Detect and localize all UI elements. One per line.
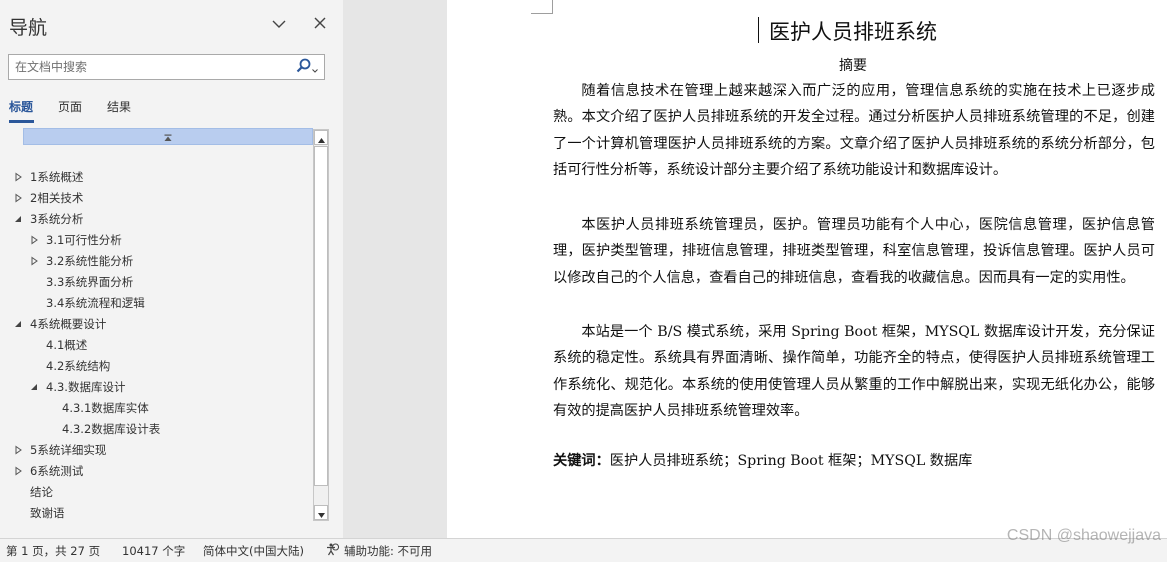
text-cursor: [758, 17, 759, 43]
tree-item-label: 3.4系统流程和逻辑: [46, 295, 145, 310]
expanded-triangle-icon[interactable]: [28, 380, 42, 394]
tree-item[interactable]: 3系统分析: [12, 208, 83, 229]
accessibility-status[interactable]: 辅助功能: 不可用: [326, 543, 432, 559]
search-button[interactable]: [293, 57, 321, 77]
page-count-status[interactable]: 第 1 页，共 27 页: [6, 543, 100, 559]
chevron-down-icon: [272, 14, 286, 33]
abstract-heading[interactable]: 摘要: [553, 55, 1153, 75]
nav-options-button[interactable]: [268, 12, 290, 34]
watermark: CSDN @shaowejjava: [1006, 527, 1161, 544]
expanded-triangle-icon[interactable]: [12, 317, 26, 331]
abstract-paragraph[interactable]: 本医护人员排班系统管理员，医护。管理员功能有个人中心，医院信息管理，医护信息管理…: [553, 212, 1155, 291]
tree-item-label: 4.3.2数据库设计表: [62, 421, 161, 436]
tree-item-label: 结论: [30, 484, 53, 499]
collapse-up-icon: [164, 127, 172, 146]
nav-close-button[interactable]: [309, 12, 331, 34]
tree-item-label: 3.3系统界面分析: [46, 274, 134, 289]
collapsed-triangle-icon[interactable]: [28, 233, 42, 247]
tree-item[interactable]: 5系统详细实现: [12, 439, 106, 460]
tree-item[interactable]: 4.3.2数据库设计表: [44, 418, 160, 439]
tree-item-label: 致谢语: [30, 505, 65, 520]
tree-item[interactable]: 1系统概述: [12, 166, 83, 187]
tree-item[interactable]: 4.1概述: [28, 334, 87, 355]
scroll-up-button[interactable]: [314, 130, 328, 145]
tree-item[interactable]: 4.3.数据库设计: [28, 376, 125, 397]
word-count-status[interactable]: 10417 个字: [122, 543, 185, 559]
tree-item-label: 3.2系统性能分析: [46, 253, 134, 268]
accessibility-icon: [326, 543, 341, 559]
chevron-down-icon: [312, 58, 318, 77]
tree-item[interactable]: 3.3系统界面分析: [28, 271, 133, 292]
document-canvas: [343, 0, 447, 538]
active-tab-indicator: [9, 120, 34, 123]
tree-item[interactable]: 结论: [12, 481, 53, 502]
search-box: [8, 54, 325, 80]
collapsed-triangle-icon[interactable]: [12, 191, 26, 205]
collapsed-triangle-icon[interactable]: [12, 170, 26, 184]
abstract-paragraph[interactable]: 本站是一个 B/S 模式系统，采用 Spring Boot 框架，MYSQL 数…: [553, 319, 1155, 425]
document-page[interactable]: 医护人员排班系统 摘要 随着信息技术在管理上越来越深入而广泛的应用，管理信息系统…: [447, 0, 1167, 538]
tree-item-label: 4.2系统结构: [46, 358, 111, 373]
tab-headings[interactable]: 标题: [9, 98, 33, 115]
scroll-down-button[interactable]: [314, 505, 328, 520]
status-bar: 第 1 页，共 27 页 10417 个字 简体中文(中国大陆) 辅助功能: 不…: [0, 538, 1167, 562]
tab-pages[interactable]: 页面: [58, 98, 82, 115]
tree-item[interactable]: 4.3.1数据库实体: [44, 397, 149, 418]
search-icon: [296, 58, 311, 77]
tab-results[interactable]: 结果: [107, 98, 131, 115]
language-status[interactable]: 简体中文(中国大陆): [203, 543, 304, 559]
margin-corner-mark: [531, 0, 553, 14]
tree-item-label: 4.3.数据库设计: [46, 379, 126, 394]
expanded-triangle-icon[interactable]: [12, 212, 26, 226]
triangle-up-icon: [317, 128, 325, 147]
tree-item-label: 4系统概要设计: [30, 316, 107, 331]
tree-item[interactable]: 4.2系统结构: [28, 355, 110, 376]
document-title[interactable]: 医护人员排班系统: [553, 16, 1153, 46]
tree-item[interactable]: 3.1可行性分析: [28, 229, 122, 250]
tree-item[interactable]: 6系统测试: [12, 460, 83, 481]
tree-item[interactable]: 4系统概要设计: [12, 313, 106, 334]
triangle-down-icon: [317, 503, 325, 522]
tree-item-label: 2相关技术: [30, 190, 84, 205]
tree-item-label: 1系统概述: [30, 169, 84, 184]
tree-item[interactable]: 致谢语: [12, 502, 65, 523]
keywords-line[interactable]: 关键词：医护人员排班系统；Spring Boot 框架；MYSQL 数据库: [553, 450, 972, 470]
nav-pane-title: 导航: [9, 17, 48, 39]
tree-item-label: 6系统测试: [30, 463, 84, 478]
abstract-paragraph[interactable]: 随着信息技术在管理上越来越深入而广泛的应用，管理信息系统的实施在技术上已逐步成熟…: [553, 78, 1155, 184]
accessibility-label: 辅助功能: 不可用: [344, 544, 433, 558]
scrollbar-thumb[interactable]: [314, 146, 328, 486]
tree-item-label: 4.3.1数据库实体: [62, 400, 149, 415]
collapsed-triangle-icon[interactable]: [12, 443, 26, 457]
collapsed-triangle-icon[interactable]: [12, 464, 26, 478]
tree-item-label: 4.1概述: [46, 337, 88, 352]
tree-item[interactable]: 3.4系统流程和逻辑: [28, 292, 145, 313]
search-input[interactable]: [15, 58, 290, 76]
close-icon: [314, 14, 326, 33]
tree-item-label: 3系统分析: [30, 211, 84, 226]
tree-item[interactable]: 2相关技术: [12, 187, 83, 208]
tree-item[interactable]: 3.2系统性能分析: [28, 250, 133, 271]
navigation-pane: 导航 标题 页面 结果 1系统概述 2相关技术 3系统分析 3.1可行性分析 3.2系统…: [0, 0, 343, 538]
collapse-all-headings-button[interactable]: [23, 128, 313, 145]
collapsed-triangle-icon[interactable]: [28, 254, 42, 268]
tree-item-label: 3.1可行性分析: [46, 232, 122, 247]
tree-item-label: 5系统详细实现: [30, 442, 107, 457]
keywords-label: 关键词：: [553, 453, 610, 469]
keywords-text: 医护人员排班系统；Spring Boot 框架；MYSQL 数据库: [609, 453, 973, 469]
nav-scrollbar[interactable]: [313, 129, 329, 521]
